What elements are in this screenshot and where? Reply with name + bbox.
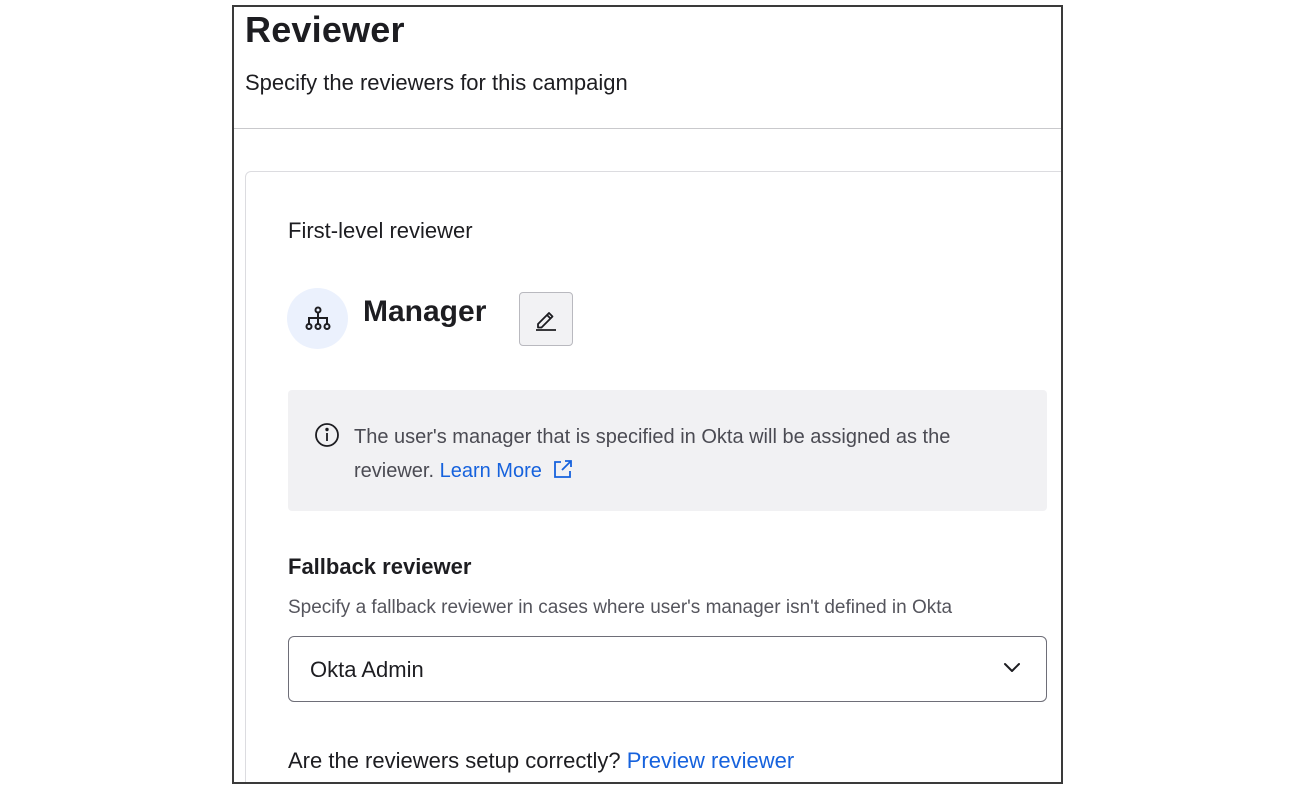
reviewer-avatar xyxy=(287,288,348,349)
learn-more-link[interactable]: Learn More xyxy=(440,460,542,482)
fallback-reviewer-description: Specify a fallback reviewer in cases whe… xyxy=(288,597,953,618)
edit-reviewer-button[interactable] xyxy=(519,292,573,346)
fallback-reviewer-value: Okta Admin xyxy=(310,657,424,682)
fallback-reviewer-select[interactable]: Okta Admin xyxy=(288,636,1047,702)
page-subtitle: Specify the reviewers for this campaign xyxy=(245,70,628,95)
pencil-icon xyxy=(536,312,556,331)
chevron-down-icon xyxy=(1004,663,1020,672)
page-title: Reviewer xyxy=(245,9,405,50)
reviewer-card: First-level reviewer Manager The user's … xyxy=(245,171,1061,782)
setup-question: Are the reviewers setup correctly? xyxy=(288,748,621,773)
setup-check-line: Are the reviewers setup correctly? Previ… xyxy=(288,748,794,774)
org-hierarchy-icon xyxy=(305,306,330,330)
reviewer-panel: Reviewer Specify the reviewers for this … xyxy=(232,5,1063,784)
panel-header: Reviewer Specify the reviewers for this … xyxy=(234,7,1061,129)
info-text-block: The user's manager that is specified in … xyxy=(354,420,1014,488)
preview-reviewer-link[interactable]: Preview reviewer xyxy=(627,748,795,773)
info-banner: The user's manager that is specified in … xyxy=(288,390,1047,511)
first-level-reviewer-label: First-level reviewer xyxy=(288,218,473,243)
info-circle-icon xyxy=(315,423,339,447)
reviewer-name: Manager xyxy=(363,295,487,328)
external-link-icon[interactable] xyxy=(552,458,574,480)
fallback-reviewer-title: Fallback reviewer xyxy=(288,554,472,579)
